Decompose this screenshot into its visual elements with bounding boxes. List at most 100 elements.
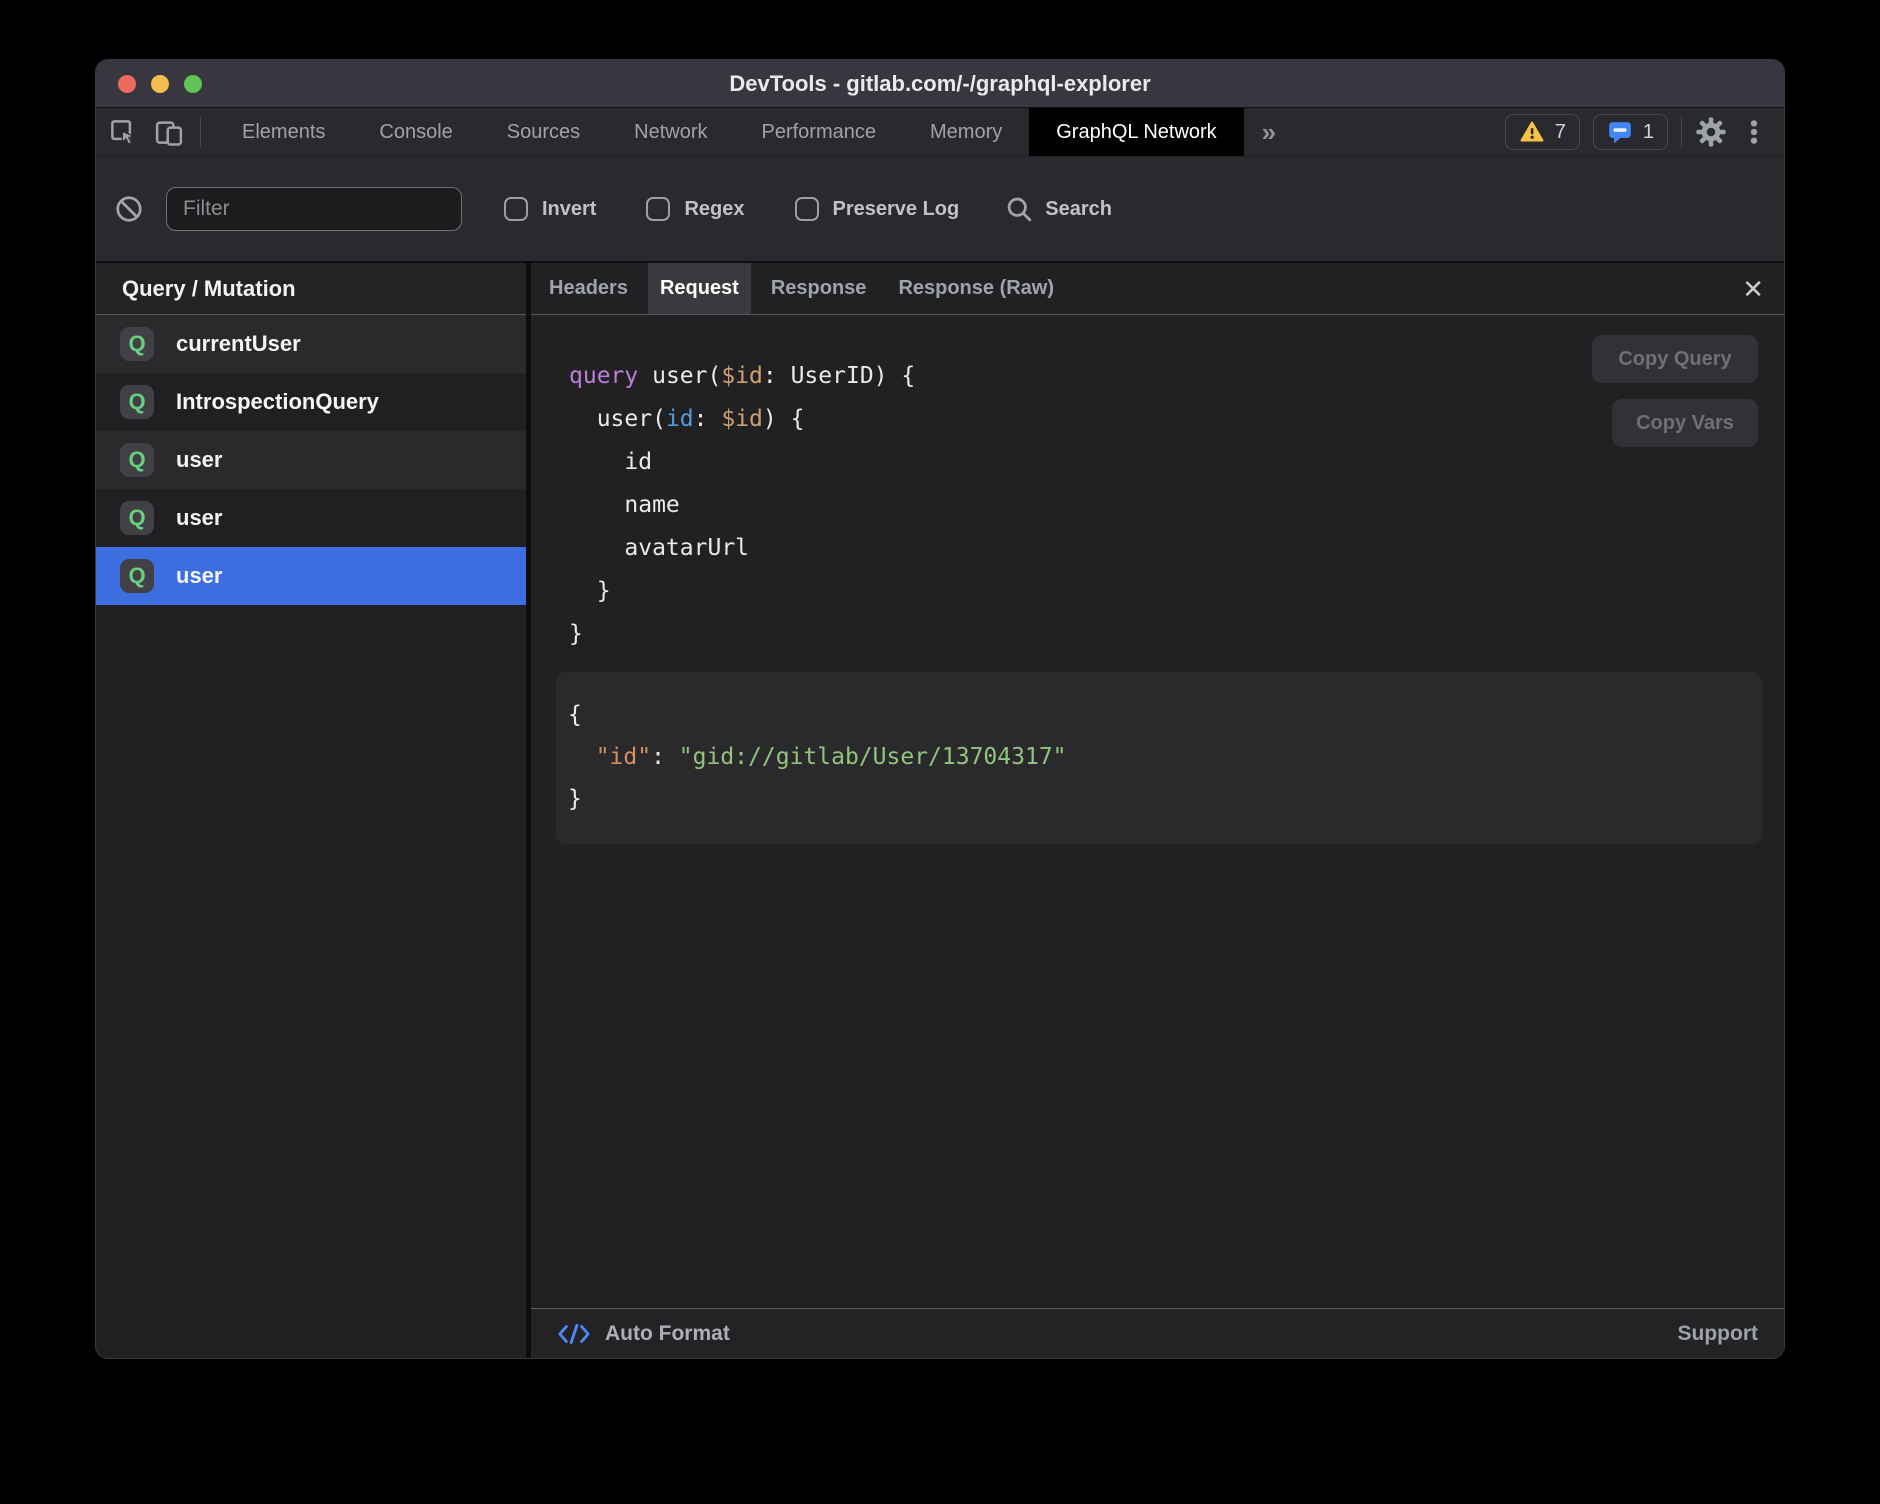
query-type-badge: Q <box>120 443 154 477</box>
code-line: } <box>569 613 1762 656</box>
checkbox-label: Preserve Log <box>833 198 960 221</box>
tab-sources[interactable]: Sources <box>480 108 607 156</box>
code-token: id <box>569 449 652 475</box>
query-item-label: user <box>176 505 222 531</box>
code-token: user( <box>569 406 666 432</box>
issues-count: 1 <box>1643 121 1654 144</box>
query-list: QcurrentUserQIntrospectionQueryQuserQuse… <box>96 315 526 1358</box>
warnings-badge[interactable]: 7 <box>1505 114 1580 150</box>
query-type-badge: Q <box>120 327 154 361</box>
query-list-item[interactable]: QcurrentUser <box>96 315 526 373</box>
code-line: } <box>569 570 1762 613</box>
window-title: DevTools - gitlab.com/-/graphql-explorer <box>729 71 1150 97</box>
graphql-query-code: query user($id: UserID) { user(id: $id) … <box>556 355 1762 656</box>
device-toolbar-icon[interactable] <box>154 117 184 147</box>
detail-tab-response-raw[interactable]: Response (Raw) <box>886 263 1066 314</box>
code-token: "id" <box>596 744 651 770</box>
close-window-button[interactable] <box>118 75 136 93</box>
tab-elements[interactable]: Elements <box>215 108 352 156</box>
request-content: query user($id: UserID) { user(id: $id) … <box>531 315 1784 1308</box>
auto-format-button[interactable]: Auto Format <box>605 1322 730 1346</box>
sidebar-header: Query / Mutation <box>96 263 526 315</box>
copy-vars-button[interactable]: Copy Vars <box>1612 399 1758 447</box>
zoom-window-button[interactable] <box>184 75 202 93</box>
copy-query-button[interactable]: Copy Query <box>1592 335 1758 383</box>
query-item-label: IntrospectionQuery <box>176 389 379 415</box>
tab-graphql-network[interactable]: GraphQL Network <box>1029 108 1243 156</box>
toolbar-divider <box>200 117 201 147</box>
minimize-window-button[interactable] <box>151 75 169 93</box>
detail-tab-response[interactable]: Response <box>759 263 879 314</box>
code-line: id <box>569 441 1762 484</box>
toolbar-right-cluster: 7 1 <box>1505 108 1784 156</box>
code-token: : UserID) { <box>763 363 915 389</box>
code-token: avatarUrl <box>569 535 749 561</box>
support-link[interactable]: Support <box>1678 1322 1758 1346</box>
code-token <box>568 744 596 770</box>
copy-buttons: Copy Query Copy Vars <box>1592 335 1758 447</box>
tab-performance[interactable]: Performance <box>735 108 904 156</box>
query-list-item[interactable]: Quser <box>96 547 526 605</box>
tab-memory[interactable]: Memory <box>903 108 1029 156</box>
traffic-lights <box>118 60 202 107</box>
search-toggle[interactable]: Search <box>1005 195 1112 223</box>
code-token: : <box>651 744 679 770</box>
checkbox-label: Regex <box>684 198 744 221</box>
clear-filter-block-icon[interactable] <box>114 194 144 224</box>
toolbar-left-icons <box>108 108 215 156</box>
filter-checkboxes: Invert Regex Preserve Log <box>504 197 959 221</box>
devtools-window: DevTools - gitlab.com/-/graphql-explorer… <box>96 60 1784 1358</box>
detail-tab-headers[interactable]: Headers <box>537 263 640 314</box>
code-token: $id <box>721 406 763 432</box>
checkbox-regex[interactable]: Regex <box>646 197 744 221</box>
kebab-menu-icon[interactable] <box>1740 118 1768 146</box>
code-token: { <box>568 702 582 728</box>
checkbox-box <box>795 197 819 221</box>
detail-tab-request[interactable]: Request <box>648 263 751 314</box>
tab-network[interactable]: Network <box>607 108 734 156</box>
checkbox-invert[interactable]: Invert <box>504 197 596 221</box>
settings-gear-icon[interactable] <box>1695 116 1727 148</box>
more-tabs-button[interactable]: » <box>1244 108 1294 156</box>
inspect-element-icon[interactable] <box>108 117 138 147</box>
code-line: user(id: $id) { <box>569 398 1762 441</box>
code-line: { <box>568 694 1742 736</box>
query-type-badge: Q <box>120 385 154 419</box>
query-list-item[interactable]: Quser <box>96 489 526 547</box>
query-item-label: currentUser <box>176 331 301 357</box>
checkbox-preserve-log[interactable]: Preserve Log <box>795 197 960 221</box>
toolbar-tabs: ElementsConsoleSourcesNetworkPerformance… <box>215 108 1244 156</box>
checkbox-label: Invert <box>542 198 596 221</box>
code-line: query user($id: UserID) { <box>569 355 1762 398</box>
code-token: } <box>569 578 611 604</box>
search-label: Search <box>1045 198 1112 221</box>
code-line: } <box>568 778 1742 820</box>
tab-console[interactable]: Console <box>352 108 479 156</box>
title-bar: DevTools - gitlab.com/-/graphql-explorer <box>96 60 1784 108</box>
filter-input[interactable] <box>166 187 462 231</box>
code-token: } <box>569 621 583 647</box>
devtools-toolbar: ElementsConsoleSourcesNetworkPerformance… <box>96 108 1784 157</box>
detail-tab-bar: HeadersRequestResponseResponse (Raw) ✕ <box>531 263 1784 315</box>
code-line: avatarUrl <box>569 527 1762 570</box>
code-token: name <box>569 492 680 518</box>
issues-badge[interactable]: 1 <box>1593 114 1668 150</box>
toolbar-divider <box>1681 117 1682 147</box>
code-line: "id": "gid://gitlab/User/13704317" <box>568 736 1742 778</box>
query-type-badge: Q <box>120 559 154 593</box>
query-list-item[interactable]: Quser <box>96 431 526 489</box>
query-sidebar: Query / Mutation QcurrentUserQIntrospect… <box>96 263 531 1358</box>
auto-format-icon[interactable] <box>557 1321 591 1347</box>
close-panel-icon[interactable]: ✕ <box>1742 276 1764 302</box>
query-list-item[interactable]: Q IntrospectionQuery <box>96 373 526 431</box>
query-item-label: user <box>176 447 222 473</box>
query-variables-box: { "id": "gid://gitlab/User/13704317"} <box>556 672 1762 844</box>
checkbox-box <box>646 197 670 221</box>
code-token: id <box>666 406 694 432</box>
search-icon <box>1005 195 1033 223</box>
panel-footer: Auto Format Support <box>531 1308 1784 1358</box>
checkbox-box <box>504 197 528 221</box>
code-token: $id <box>721 363 763 389</box>
code-token: : <box>694 406 722 432</box>
code-line: name <box>569 484 1762 527</box>
